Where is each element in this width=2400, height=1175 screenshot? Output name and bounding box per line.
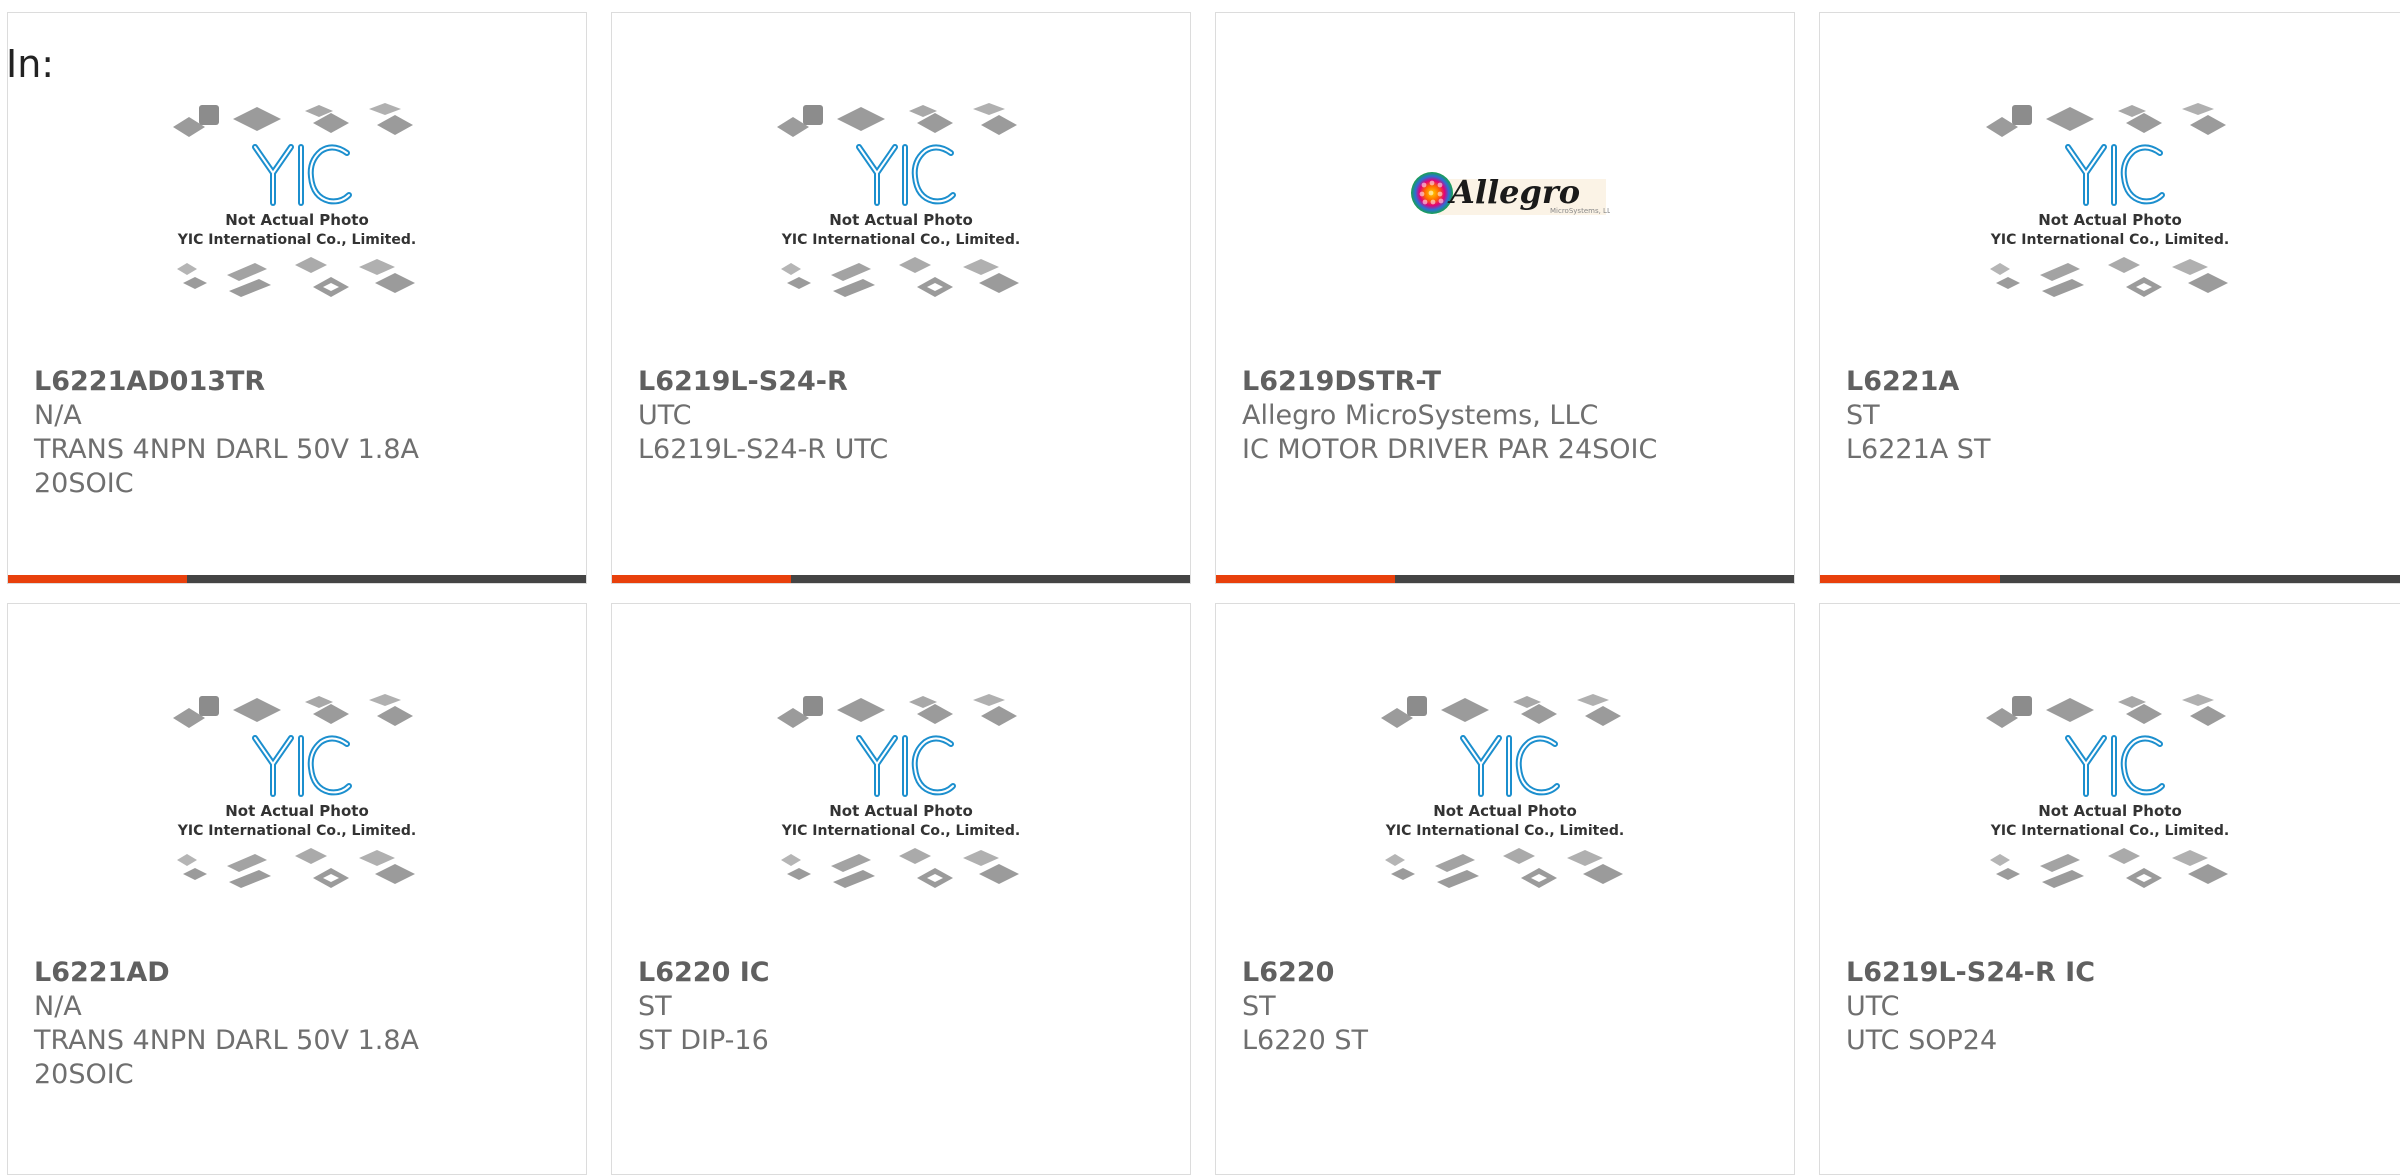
product-description: UTC SOP24: [1846, 1025, 1998, 1056]
product-description: L6221A ST: [1846, 434, 1991, 465]
product-brand: ST: [1242, 991, 1276, 1022]
chip-packages-icon: [777, 694, 1017, 728]
placeholder-company: YIC International Co., Limited.: [177, 823, 416, 839]
product-brand: Allegro MicroSystems, LLC: [1242, 400, 1599, 431]
allegro-logo-subtext: MicroSystems, LLC: [1550, 207, 1610, 215]
chip-packages-icon: [1990, 848, 2228, 888]
card-accent-progress: [1820, 575, 2000, 583]
product-brand: ST: [1846, 400, 1880, 431]
product-title[interactable]: L6220 IC: [638, 956, 1170, 990]
product-package: 20SOIC: [34, 468, 134, 499]
product-image: Not Actual Photo YIC International Co., L…: [1820, 690, 2400, 952]
placeholder-company: YIC International Co., Limited.: [177, 232, 416, 248]
product-title[interactable]: L6219L-S24-R: [638, 365, 1170, 399]
allegro-logo-icon: Allegro MicroSystems, LLC: [1411, 172, 1610, 215]
product-card[interactable]: Allegro MicroSystems, LLC L6219DSTR-T Al…: [1215, 12, 1795, 584]
card-accent-progress: [1216, 575, 1396, 583]
chip-packages-icon: [1990, 257, 2228, 297]
yic-placeholder-icon: Not Actual Photo YIC International Co., L…: [173, 694, 416, 888]
product-image: Not Actual Photo YIC International Co., L…: [8, 99, 586, 361]
chip-packages-icon: [1986, 694, 2226, 728]
chip-packages-icon: [173, 694, 413, 728]
product-brand: UTC: [1846, 991, 1900, 1022]
product-card[interactable]: Not Actual Photo YIC International Co., L…: [7, 12, 587, 584]
placeholder-company: YIC International Co., Limited.: [1990, 823, 2229, 839]
product-card[interactable]: Not Actual Photo YIC International Co., L…: [611, 12, 1191, 584]
placeholder-caption: Not Actual Photo: [225, 802, 369, 820]
yic-placeholder-icon: Not Actual Photo YIC International Co., L…: [1986, 103, 2229, 297]
chip-packages-icon: [177, 848, 415, 888]
product-package: 20SOIC: [34, 1059, 134, 1090]
product-card[interactable]: Not Actual Photo YIC International Co., L…: [611, 603, 1191, 1175]
chip-packages-icon: [781, 848, 1019, 888]
placeholder-caption: Not Actual Photo: [225, 211, 369, 229]
card-accent-progress: [8, 575, 188, 583]
product-title[interactable]: L6219L-S24-R IC: [1846, 956, 2380, 990]
yic-placeholder-icon: Not Actual Photo YIC International Co., L…: [777, 103, 1020, 297]
product-description: IC MOTOR DRIVER PAR 24SOIC: [1242, 434, 1658, 465]
product-card[interactable]: Not Actual Photo YIC International Co., L…: [1819, 603, 2400, 1175]
card-accent-bar: [8, 575, 586, 583]
product-card[interactable]: Not Actual Photo YIC International Co., L…: [1819, 12, 2400, 584]
product-brand: UTC: [638, 400, 692, 431]
product-brand: N/A: [34, 991, 82, 1022]
card-accent-bar: [612, 575, 1190, 583]
placeholder-caption: Not Actual Photo: [2038, 802, 2182, 820]
placeholder-caption: Not Actual Photo: [829, 802, 973, 820]
product-card[interactable]: Not Actual Photo YIC International Co., L…: [1215, 603, 1795, 1175]
product-description: ST DIP-16: [638, 1025, 769, 1056]
card-accent-bar: [1820, 575, 2400, 583]
product-brand: N/A: [34, 400, 82, 431]
product-description: L6219L-S24-R UTC: [638, 434, 889, 465]
chip-packages-icon: [1986, 103, 2226, 137]
product-image: Not Actual Photo YIC International Co., L…: [612, 690, 1190, 952]
placeholder-company: YIC International Co., Limited.: [1385, 823, 1624, 839]
chip-packages-icon: [781, 257, 1019, 297]
placeholder-caption: Not Actual Photo: [1433, 802, 1577, 820]
allegro-logo-text: Allegro: [1447, 173, 1580, 211]
yic-placeholder-icon: Not Actual Photo YIC International Co., L…: [777, 694, 1020, 888]
product-description: TRANS 4NPN DARL 50V 1.8A: [34, 434, 419, 465]
product-image: Not Actual Photo YIC International Co., L…: [8, 690, 586, 952]
placeholder-caption: Not Actual Photo: [2038, 211, 2182, 229]
placeholder-caption: Not Actual Photo: [829, 211, 973, 229]
product-title[interactable]: L6221AD: [34, 956, 566, 990]
chip-packages-icon: [1385, 848, 1623, 888]
product-title[interactable]: L6221A: [1846, 365, 2380, 399]
card-accent-bar: [1216, 575, 1794, 583]
product-title[interactable]: L6219DSTR-T: [1242, 365, 1774, 399]
chip-packages-icon: [777, 103, 1017, 137]
product-title[interactable]: L6221AD013TR: [34, 365, 566, 399]
chip-packages-icon: [177, 257, 415, 297]
chip-packages-icon: [1381, 694, 1621, 728]
card-accent-progress: [612, 575, 792, 583]
product-description: L6220 ST: [1242, 1025, 1368, 1056]
yic-placeholder-icon: Not Actual Photo YIC International Co., L…: [1986, 694, 2229, 888]
brand-logo-image: Allegro MicroSystems, LLC: [1216, 153, 1794, 233]
product-image: Not Actual Photo YIC International Co., L…: [1820, 99, 2400, 361]
yic-placeholder-icon: Not Actual Photo YIC International Co., L…: [1381, 694, 1624, 888]
product-title[interactable]: L6220: [1242, 956, 1774, 990]
product-card[interactable]: Not Actual Photo YIC International Co., L…: [7, 603, 587, 1175]
placeholder-company: YIC International Co., Limited.: [1990, 232, 2229, 248]
product-image: Not Actual Photo YIC International Co., L…: [1216, 690, 1794, 952]
search-in-label: In:: [6, 42, 55, 86]
product-grid: Not Actual Photo YIC International Co., L…: [0, 0, 2400, 1175]
product-description: TRANS 4NPN DARL 50V 1.8A: [34, 1025, 419, 1056]
yic-placeholder-icon: Not Actual Photo YIC International Co., L…: [173, 103, 416, 297]
chip-packages-icon: [173, 103, 413, 137]
placeholder-company: YIC International Co., Limited.: [781, 823, 1020, 839]
product-image: Not Actual Photo YIC International Co., L…: [612, 99, 1190, 361]
product-brand: ST: [638, 991, 672, 1022]
placeholder-company: YIC International Co., Limited.: [781, 232, 1020, 248]
